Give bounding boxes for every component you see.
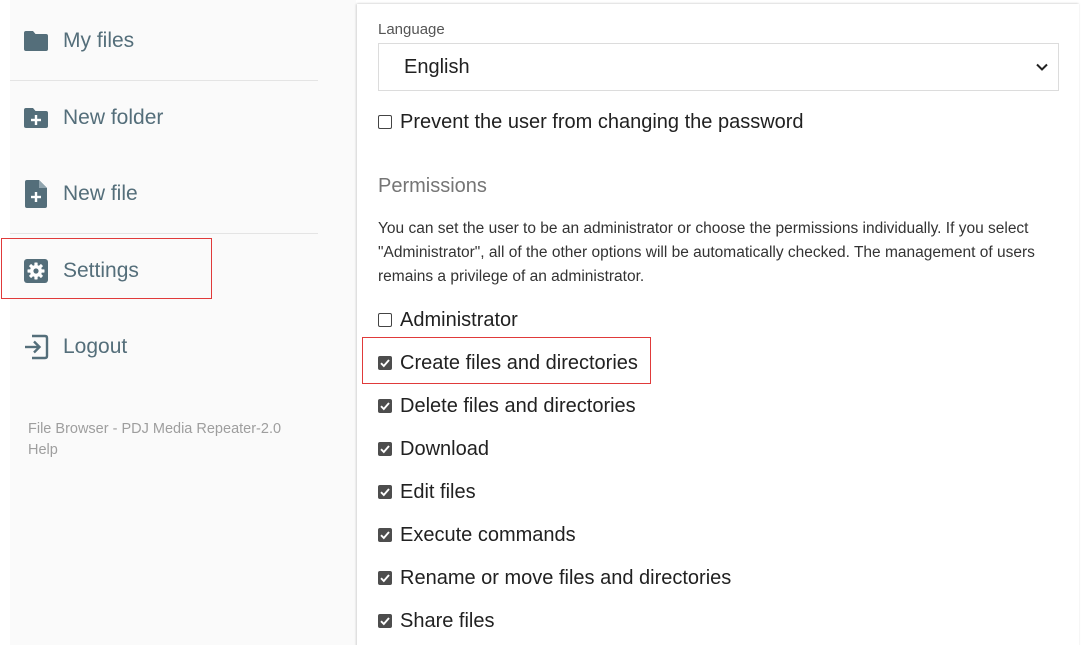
permission-share-row: Share files <box>378 608 495 634</box>
sidebar-item-label: Logout <box>63 335 128 358</box>
prevent-password-change-row: Prevent the user from changing the passw… <box>378 109 804 135</box>
folder-icon <box>22 27 50 55</box>
settings-panel: Language English Prevent the user from c… <box>357 4 1079 645</box>
permission-label[interactable]: Share files <box>400 610 495 633</box>
permission-execute-row: Execute commands <box>378 522 576 548</box>
permission-rename-row: Rename or move files and directories <box>378 565 731 591</box>
permission-label[interactable]: Download <box>400 438 489 461</box>
sidebar-item-new-file[interactable]: New file <box>10 164 318 224</box>
sidebar-divider <box>10 80 318 81</box>
delete-files-checkbox[interactable] <box>378 399 392 413</box>
permission-delete-row: Delete files and directories <box>378 393 636 419</box>
language-label: Language <box>378 21 445 38</box>
permission-label[interactable]: Edit files <box>400 481 476 504</box>
permission-label[interactable]: Delete files and directories <box>400 395 636 418</box>
permission-label[interactable]: Rename or move files and directories <box>400 567 731 590</box>
sidebar-item-logout[interactable]: Logout <box>10 317 318 377</box>
execute-commands-checkbox[interactable] <box>378 528 392 542</box>
permission-label[interactable]: Execute commands <box>400 524 576 547</box>
permission-administrator-row: Administrator <box>378 307 518 333</box>
file-plus-icon <box>22 180 50 208</box>
permission-label[interactable]: Administrator <box>400 309 518 332</box>
sidebar-item-label: New file <box>63 182 138 205</box>
rename-files-checkbox[interactable] <box>378 571 392 585</box>
permission-download-row: Download <box>378 436 489 462</box>
sidebar-divider <box>10 233 318 234</box>
settings-highlight-box <box>1 238 212 299</box>
language-select-value: English <box>404 56 470 78</box>
logout-icon <box>22 333 50 361</box>
administrator-checkbox[interactable] <box>378 313 392 327</box>
create-files-highlight-box <box>362 337 651 384</box>
sidebar-item-my-files[interactable]: My files <box>10 11 318 71</box>
language-select[interactable]: English <box>378 43 1059 91</box>
permissions-heading: Permissions <box>378 175 487 197</box>
chevron-down-icon <box>1034 59 1050 75</box>
file-browser-settings-page: My files New folder New file Settings Lo… <box>0 0 1082 645</box>
help-link[interactable]: Help <box>28 442 58 458</box>
folder-plus-icon <box>22 104 50 132</box>
share-files-checkbox[interactable] <box>378 614 392 628</box>
sidebar-item-new-folder[interactable]: New folder <box>10 88 318 148</box>
sidebar: My files New folder New file Settings Lo… <box>10 0 356 645</box>
prevent-password-change-label[interactable]: Prevent the user from changing the passw… <box>400 111 804 134</box>
app-version-text: File Browser - PDJ Media Repeater-2.0 <box>28 421 282 437</box>
permissions-description: You can set the user to be an administra… <box>378 220 1035 285</box>
sidebar-item-label: My files <box>63 29 135 52</box>
prevent-password-change-checkbox[interactable] <box>378 115 392 129</box>
download-checkbox[interactable] <box>378 442 392 456</box>
edit-files-checkbox[interactable] <box>378 485 392 499</box>
permission-edit-row: Edit files <box>378 479 476 505</box>
sidebar-item-label: New folder <box>63 106 164 129</box>
